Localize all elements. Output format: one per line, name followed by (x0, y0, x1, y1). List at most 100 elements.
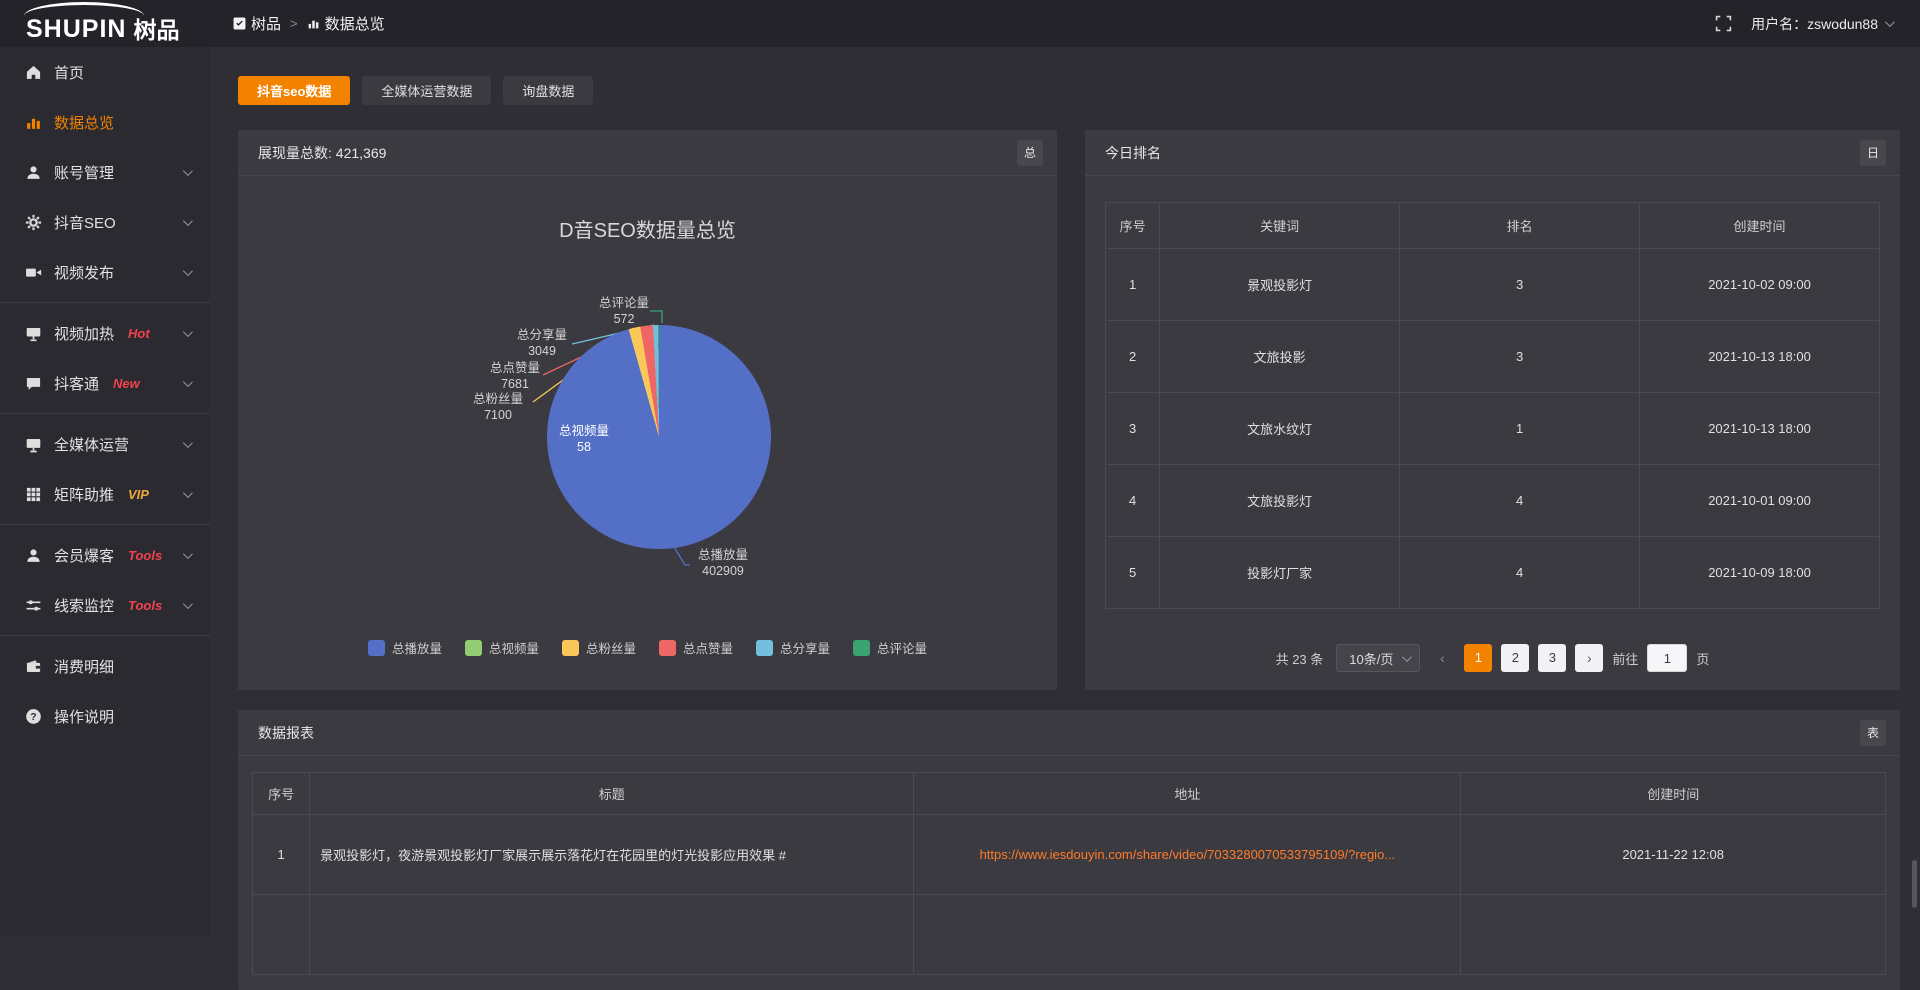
tab-2[interactable]: 全媒体运营数据 (362, 76, 491, 105)
ranking-column-header: 关键词 (1160, 203, 1400, 249)
sidebar-item-3[interactable]: 账号管理 (0, 147, 210, 197)
pie-label-total-shares: 总分享量3049 (500, 327, 584, 359)
goto-label: 前往 (1612, 649, 1638, 668)
sidebar: 首页数据总览账号管理抖音SEO视频发布视频加热Hot抖客通New全媒体运营矩阵助… (0, 47, 210, 936)
legend-item-6[interactable]: 总评论量 (853, 638, 927, 657)
pagination-total: 共 23 条 (1276, 649, 1324, 668)
video-camera-icon (25, 264, 42, 281)
wallet-icon (25, 658, 42, 675)
data-report-panel: 数据报表 表 序号标题地址创建时间 1景观投影灯，夜游景观投影灯厂家展示展示落花… (238, 710, 1900, 990)
member-icon (25, 547, 42, 564)
legend-item-4[interactable]: 总点赞量 (659, 638, 733, 657)
bar-chart-icon (25, 114, 42, 131)
legend-item-2[interactable]: 总视频量 (465, 638, 539, 657)
sidebar-item-11[interactable]: 线索监控 Tools (0, 580, 210, 630)
comment-icon (25, 375, 42, 392)
table-row: 1景观投影灯，夜游景观投影灯厂家展示展示落花灯在花园里的灯光投影应用效果 #ht… (253, 815, 1886, 895)
tab-3[interactable]: 询盘数据 (503, 76, 593, 105)
sidebar-item-2[interactable]: 数据总览 (0, 97, 210, 147)
page-number-1[interactable]: 1 (1464, 644, 1492, 672)
page-number-3[interactable]: 3 (1538, 644, 1566, 672)
today-ranking-panel: 今日排名 日 序号关键词排名创建时间 1景观投影灯32021-10-02 09:… (1085, 130, 1900, 690)
sidebar-item-label: 线索监控 (54, 595, 114, 616)
user-icon (25, 164, 42, 181)
legend-item-3[interactable]: 总粉丝量 (562, 638, 636, 657)
sidebar-item-4[interactable]: 抖音SEO (0, 197, 210, 247)
legend-swatch (659, 640, 676, 656)
breadcrumb-root[interactable]: 树品 (233, 13, 281, 34)
report-table: 序号标题地址创建时间 1景观投影灯，夜游景观投影灯厂家展示展示落花灯在花园里的灯… (252, 772, 1886, 975)
ranking-cell-index: 4 (1106, 465, 1160, 537)
ranking-cell-rank: 3 (1400, 249, 1640, 321)
home-icon (25, 64, 42, 81)
ranking-cell-index: 2 (1106, 321, 1160, 393)
sidebar-item-13[interactable]: ? 操作说明 (0, 691, 210, 741)
legend-item-5[interactable]: 总分享量 (756, 638, 830, 657)
fullscreen-icon[interactable] (1715, 15, 1733, 33)
ranking-cell-rank: 4 (1400, 537, 1640, 609)
breadcrumb-current[interactable]: 数据总览 (307, 13, 385, 34)
page-number-2[interactable]: 2 (1501, 644, 1529, 672)
legend-swatch (465, 640, 482, 656)
page-size-select[interactable]: 10条/页 (1336, 644, 1420, 672)
report-table-badge-button[interactable]: 表 (1860, 720, 1886, 746)
report-cell-url: https://www.iesdouyin.com/share/video/70… (914, 815, 1461, 895)
prev-page-button[interactable]: ‹ (1429, 650, 1455, 666)
goto-page-input[interactable] (1647, 644, 1687, 672)
video-link[interactable]: https://www.iesdouyin.com/share/video/70… (980, 847, 1396, 862)
chart-legend: 总播放量 总视频量 总粉丝量 总点赞量 总分享量 总评论量 (238, 638, 1057, 657)
ranking-column-header: 序号 (1106, 203, 1160, 249)
sliders-icon (25, 597, 42, 614)
sidebar-item-12[interactable]: 消费明细 (0, 641, 210, 691)
ranking-cell-created: 2021-10-09 18:00 (1640, 537, 1880, 609)
tab-1[interactable]: 抖音seo数据 (238, 76, 350, 105)
sidebar-item-label: 消费明细 (54, 656, 114, 677)
ranking-table: 序号关键词排名创建时间 1景观投影灯32021-10-02 09:002文旅投影… (1105, 202, 1880, 609)
breadcrumb-separator: > (290, 16, 298, 31)
table-row: 2文旅投影32021-10-13 18:00 (1106, 321, 1880, 393)
user-label: 用户名：zswodun88 (1751, 14, 1878, 34)
ranking-cell-rank: 1 (1400, 393, 1640, 465)
sidebar-item-10[interactable]: 会员爆客Tools (0, 530, 210, 580)
question-icon: ? (25, 708, 42, 725)
data-source-tabs: 抖音seo数据全媒体运营数据询盘数据 (238, 76, 593, 105)
report-panel-title: 数据报表 (238, 710, 1900, 756)
top-header: SHUPIN 树品 树品 > 数据总览 用户名：zswodun88 (0, 0, 1920, 47)
ranking-cell-created: 2021-10-02 09:00 (1640, 249, 1880, 321)
user-menu[interactable]: 用户名：zswodun88 (1751, 14, 1892, 34)
table-row: 5投影灯厂家42021-10-09 18:00 (1106, 537, 1880, 609)
sidebar-item-6[interactable]: 视频加热 Hot (0, 308, 210, 358)
monitor-icon (25, 436, 42, 453)
ranking-day-badge-button[interactable]: 日 (1860, 140, 1886, 166)
ranking-cell-index: 1 (1106, 249, 1160, 321)
legend-item-1[interactable]: 总播放量 (368, 638, 442, 657)
report-cell-created: 2021-11-22 12:08 (1461, 815, 1886, 895)
ranking-cell-rank: 4 (1400, 465, 1640, 537)
sidebar-item-7[interactable]: 抖客通New (0, 358, 210, 408)
sidebar-item-label: 操作说明 (54, 706, 114, 727)
next-page-button[interactable]: › (1575, 644, 1603, 672)
sidebar-item-8[interactable]: 全媒体运营 (0, 419, 210, 469)
sidebar-item-1[interactable]: 首页 (0, 47, 210, 97)
pagination: 共 23 条10条/页‹123›前往页 (1085, 644, 1900, 672)
sidebar-item-5[interactable]: 视频发布 (0, 247, 210, 297)
grid-icon (25, 486, 42, 503)
chevron-down-icon (183, 216, 193, 226)
app-logo: SHUPIN 树品 (26, 6, 179, 46)
monitor-icon (25, 436, 42, 453)
sidebar-divider (0, 635, 210, 636)
ranking-cell-keyword: 文旅投影灯 (1160, 465, 1400, 537)
page-scrollbar-thumb[interactable] (1912, 860, 1917, 908)
sidebar-item-badge: Hot (128, 326, 150, 341)
sidebar-item-label: 矩阵助推 (54, 484, 114, 505)
question-icon: ? (25, 708, 42, 725)
sidebar-item-9[interactable]: 矩阵助推 VIP (0, 469, 210, 519)
sidebar-item-label: 视频加热 (54, 323, 114, 344)
screen-icon (25, 325, 42, 342)
sidebar-item-badge: VIP (128, 487, 149, 502)
sidebar-item-label: 抖音SEO (54, 212, 116, 233)
sidebar-item-badge: Tools (128, 548, 162, 563)
sidebar-item-badge: Tools (128, 598, 162, 613)
bar-chart-icon (307, 17, 320, 30)
chevron-down-icon (183, 166, 193, 176)
